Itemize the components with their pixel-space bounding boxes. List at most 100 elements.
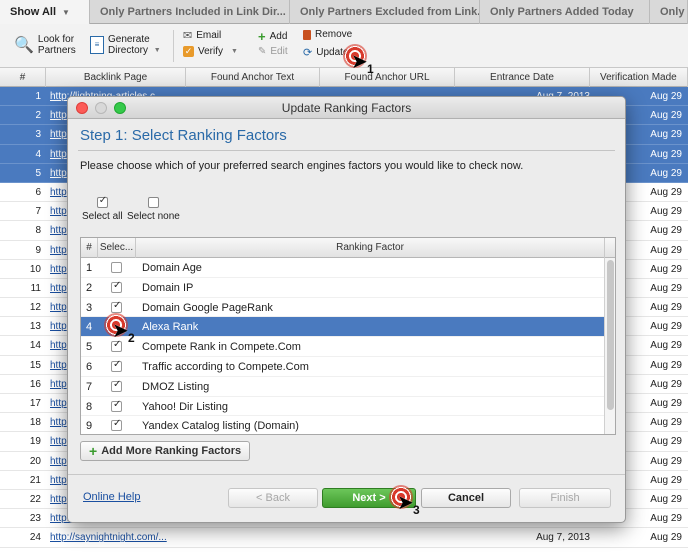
factor-checkbox[interactable]: [111, 399, 122, 412]
backlink-url-link[interactable]: http: [50, 260, 67, 279]
zoom-window-icon[interactable]: [114, 102, 126, 114]
backlink-url-link[interactable]: http: [50, 375, 67, 394]
backlink-url-link[interactable]: http: [50, 221, 67, 240]
factor-checkbox[interactable]: [111, 262, 122, 273]
column-header-backlink-page[interactable]: Backlink Page: [46, 68, 186, 87]
button-label: Directory: [108, 45, 149, 56]
backlink-url-link[interactable]: http: [50, 413, 67, 432]
button-label: Add: [269, 31, 288, 42]
column-header-found-anchor-url[interactable]: Found Anchor URL: [320, 68, 455, 87]
generate-directory-button[interactable]: ≡ Generate Directory ▼: [90, 34, 161, 56]
add-button[interactable]: + Add: [258, 29, 287, 44]
backlink-url-link[interactable]: http: [50, 490, 67, 509]
factor-checkbox[interactable]: [111, 300, 122, 313]
checkbox-checked-icon: [96, 195, 108, 208]
factor-checkbox[interactable]: [111, 418, 122, 432]
factor-row[interactable]: 9 Yandex Catalog listing (Domain): [81, 416, 615, 434]
verification-date: Aug 29: [650, 225, 682, 237]
tab-show-all[interactable]: Show All ▼: [0, 0, 90, 24]
factor-number: 7: [85, 380, 93, 393]
backlink-url-link[interactable]: http: [50, 106, 67, 125]
grid-header-number[interactable]: #: [81, 238, 98, 258]
backlink-url-link[interactable]: http: [50, 183, 67, 202]
add-more-ranking-factors-button[interactable]: + Add More Ranking Factors: [80, 441, 251, 461]
close-window-icon[interactable]: [76, 102, 88, 114]
column-header-found-anchor-text[interactable]: Found Anchor Text: [186, 68, 320, 87]
ranking-factors-grid: # Selec... Ranking Factor 1 Domain Age 2 Do…: [80, 237, 616, 435]
chevron-down-icon[interactable]: ▼: [231, 48, 238, 55]
factor-checkbox[interactable]: [111, 280, 122, 293]
select-none-button[interactable]: Select none: [127, 197, 180, 222]
minimize-window-icon[interactable]: [95, 102, 107, 114]
tab-only-added-today[interactable]: Only Partners Added Today: [480, 0, 650, 24]
backlink-url-link[interactable]: http: [50, 452, 67, 471]
factor-row[interactable]: 7 DMOZ Listing: [81, 377, 615, 397]
button-label: Add More Ranking Factors: [101, 445, 242, 457]
table-row[interactable]: 24 http://saynightnight.com/... Aug 7, 201…: [0, 528, 688, 548]
pencil-icon: ✎: [258, 46, 267, 57]
button-label: Partners: [37, 45, 76, 56]
remove-button[interactable]: Remove: [303, 29, 352, 40]
back-button[interactable]: < Back: [228, 488, 318, 508]
cancel-button[interactable]: Cancel: [421, 488, 511, 508]
grid-header-select[interactable]: Selec...: [98, 238, 136, 258]
backlink-url-link[interactable]: http: [50, 279, 67, 298]
factor-row[interactable]: 8 Yahoo! Dir Listing: [81, 397, 615, 417]
backlink-url-link[interactable]: http: [50, 202, 67, 221]
backlink-url-link[interactable]: http: [50, 336, 67, 355]
tab-label: Only Partners Excluded from Link...: [300, 6, 480, 18]
verification-date: Aug 29: [650, 493, 682, 505]
backlink-url-link[interactable]: http: [50, 164, 67, 183]
tab-only-excluded[interactable]: Only Partners Excluded from Link...: [290, 0, 480, 24]
email-button[interactable]: ✉ Email: [183, 29, 221, 42]
factor-checkbox[interactable]: [111, 359, 122, 372]
backlink-url-link[interactable]: http: [50, 145, 67, 164]
chevron-down-icon[interactable]: ▼: [62, 8, 70, 17]
step-title: Step 1: Select Ranking Factors: [80, 127, 287, 144]
row-number: 11: [30, 282, 41, 294]
factor-checkbox[interactable]: [111, 379, 122, 392]
finish-button[interactable]: Finish: [519, 488, 611, 508]
factor-row[interactable]: 4 Alexa Rank: [81, 317, 615, 338]
backlink-url-link[interactable]: http: [50, 471, 67, 490]
button-label: Edit: [270, 46, 288, 57]
chevron-down-icon[interactable]: ▼: [154, 47, 161, 54]
tab-only-more[interactable]: Only: [650, 0, 688, 24]
factor-label: Domain IP: [142, 281, 194, 294]
tab-only-included[interactable]: Only Partners Included in Link Dir...: [90, 0, 290, 24]
factor-label: Domain Age: [142, 262, 202, 274]
scrollbar-thumb[interactable]: [607, 260, 614, 410]
backlink-url-link[interactable]: http: [50, 432, 67, 451]
backlink-url-link[interactable]: http: [50, 394, 67, 413]
online-help-link[interactable]: Online Help: [83, 491, 140, 503]
backlink-url-link[interactable]: http: [50, 241, 67, 260]
column-header-verification-made[interactable]: Verification Made: [590, 68, 688, 87]
select-all-button[interactable]: Select all: [82, 195, 123, 222]
backlink-url-link[interactable]: http: [50, 317, 67, 336]
backlink-url-link[interactable]: http: [50, 125, 67, 144]
column-header-number[interactable]: #: [0, 68, 46, 87]
factor-checkbox[interactable]: [111, 339, 122, 353]
row-number: 15: [29, 359, 41, 371]
factor-row[interactable]: 3 Domain Google PageRank: [81, 298, 615, 318]
button-label: Select none: [127, 211, 180, 222]
factor-row[interactable]: 1 Domain Age: [81, 258, 615, 278]
factor-number: 5: [85, 341, 93, 354]
factor-row[interactable]: 6 Traffic according to Compete.Com: [81, 357, 615, 377]
edit-button[interactable]: ✎ Edit: [258, 46, 288, 57]
factor-row[interactable]: 5 Compete Rank in Compete.Com: [81, 337, 615, 357]
look-for-partners-button[interactable]: 🔍 Look for Partners: [14, 34, 76, 56]
backlink-url-link[interactable]: http://saynightnight.com/...: [50, 528, 167, 547]
factor-row[interactable]: 2 Domain IP: [81, 278, 615, 298]
update-button[interactable]: ⟳ Update: [303, 46, 348, 59]
row-number: 5: [35, 167, 41, 179]
backlink-url-link[interactable]: http: [50, 298, 67, 317]
verification-date: Aug 29: [650, 129, 682, 141]
vertical-scrollbar[interactable]: [604, 258, 615, 434]
column-header-entrance-date[interactable]: Entrance Date: [455, 68, 590, 87]
verification-date: Aug 29: [650, 206, 682, 218]
backlink-url-link[interactable]: http: [50, 356, 67, 375]
verification-date: Aug 29: [650, 340, 682, 352]
verify-button[interactable]: ✓ Verify ▼: [183, 46, 238, 57]
grid-header-ranking-factor[interactable]: Ranking Factor: [136, 238, 605, 258]
